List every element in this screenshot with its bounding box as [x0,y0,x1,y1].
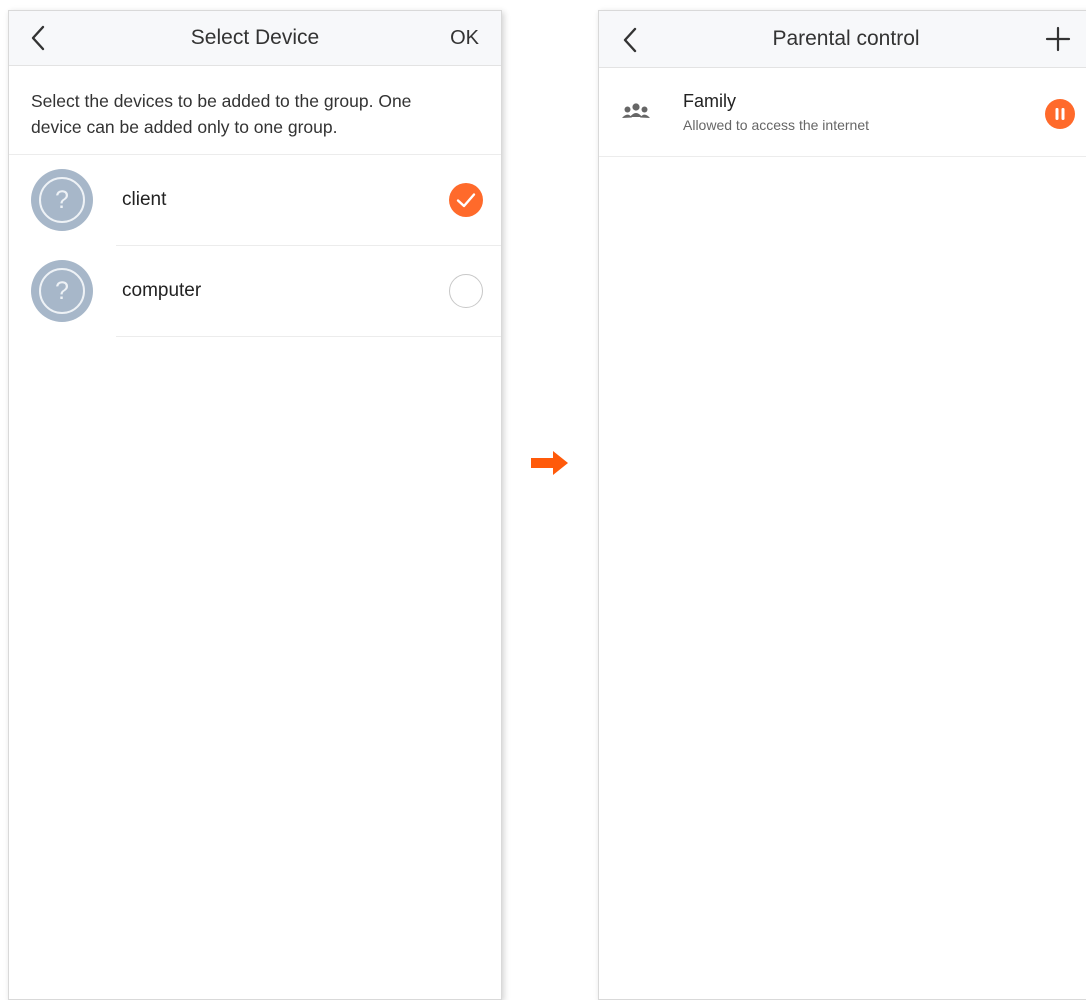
pause-icon [1055,108,1065,120]
device-avatar-glyph: ? [39,177,85,223]
plus-icon [1045,26,1071,52]
row-divider [116,336,501,337]
unknown-device-icon: ? [31,169,93,231]
back-button[interactable] [27,24,51,52]
nav-bar: Select Device OK [9,11,501,66]
device-avatar-glyph: ? [39,268,85,314]
parental-control-screen: Parental control Family Allowed to acces… [598,10,1086,1000]
instructions-text: Select the devices to be added to the gr… [9,66,501,155]
ok-button[interactable]: OK [450,11,479,65]
nav-bar: Parental control [599,11,1086,68]
page-title: Parental control [772,27,920,50]
chevron-left-icon [623,27,637,53]
back-button[interactable] [619,26,643,54]
device-checkbox-checked[interactable] [449,183,483,217]
select-device-screen: Select Device OK Select the devices to b… [8,10,502,1000]
device-row-client[interactable]: ? client [9,155,501,246]
group-people-icon [622,103,650,118]
add-group-button[interactable] [1045,26,1071,52]
group-status: Allowed to access the internet [683,117,869,133]
device-name: client [122,189,167,210]
arrow-right-icon [531,451,568,475]
unknown-device-icon: ? [31,260,93,322]
chevron-left-icon [31,25,45,51]
pause-button[interactable] [1045,99,1075,129]
page-title: Select Device [190,26,320,49]
check-icon [456,193,476,208]
group-row-family[interactable]: Family Allowed to access the internet [599,67,1086,157]
group-name: Family [683,91,736,111]
device-checkbox-unchecked[interactable] [449,274,483,308]
device-row-computer[interactable]: ? computer [9,246,501,337]
device-name: computer [122,280,202,301]
